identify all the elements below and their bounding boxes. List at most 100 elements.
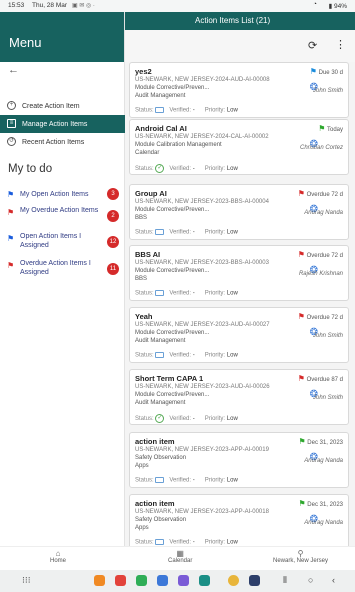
action-item-card[interactable]: BBS AI ⚑ Overdue 72 d US-NEWARK, NEW JERSE… bbox=[129, 245, 349, 301]
status-complete-icon: ✓ bbox=[155, 414, 165, 423]
verified-value: - bbox=[192, 166, 195, 173]
verified-label: Verified: bbox=[169, 166, 192, 173]
verified-label: Verified: bbox=[169, 416, 192, 423]
action-item-card[interactable]: action item ⚑ Dec 31, 2023 US-NEWARK, NEW … bbox=[129, 494, 349, 546]
item-category: BBS bbox=[135, 215, 148, 221]
priority-value: Low bbox=[226, 290, 238, 297]
app-icon[interactable] bbox=[115, 575, 126, 586]
status-complete-icon: ✓ bbox=[155, 164, 165, 173]
menu-item-manage[interactable]: ≡ Manage Action Items bbox=[0, 115, 125, 133]
battery-level: ▮ 94% bbox=[328, 3, 347, 10]
due-text: Dec 31, 2023 bbox=[307, 502, 343, 508]
due-text: Overdue 87 d bbox=[306, 377, 343, 383]
priority-label: Priority: bbox=[204, 477, 226, 484]
app-icon[interactable] bbox=[199, 575, 210, 586]
menu-item-create[interactable]: + Create Action Item bbox=[0, 97, 125, 115]
menu-item-recent[interactable]: ↺ Recent Action Items bbox=[0, 133, 125, 151]
recents-icon[interactable]: ⦀ bbox=[283, 575, 287, 586]
action-item-card[interactable]: Short Term CAPA 1 ⚑ Overdue 87 d US-NEWARK… bbox=[129, 369, 349, 425]
action-items-list[interactable]: yes2 ⚑ Due 30 d US-NEWARK, NEW JERSEY-2024… bbox=[125, 62, 355, 546]
item-category: Apps bbox=[135, 463, 149, 469]
flag-icon: ⚑ bbox=[7, 261, 15, 270]
todo-open[interactable]: ⚑ My Open Action Items 3 bbox=[0, 188, 125, 200]
folder-icon bbox=[155, 290, 165, 296]
browser-icon[interactable] bbox=[228, 575, 239, 586]
item-category: BBS bbox=[135, 276, 148, 282]
todo-label: My Open Action Items bbox=[20, 191, 89, 198]
back-icon[interactable]: ‹ bbox=[332, 575, 335, 585]
status-label: Status: bbox=[135, 477, 154, 484]
app-icon[interactable] bbox=[136, 575, 147, 586]
item-module: Module Corrective/Preven... bbox=[135, 268, 210, 274]
item-module: Module Calibration Management bbox=[135, 142, 222, 148]
menu-item-label: Recent Action Items bbox=[22, 138, 85, 146]
home-button-icon[interactable]: ○ bbox=[308, 575, 313, 585]
action-item-card[interactable]: yes2 ⚑ Due 30 d US-NEWARK, NEW JERSEY-2024… bbox=[129, 62, 349, 118]
app-icon[interactable] bbox=[157, 575, 168, 586]
item-category: Audit Management bbox=[135, 338, 186, 344]
owner-name: Anurag Nanda bbox=[304, 520, 343, 526]
back-arrow-icon[interactable]: ← bbox=[8, 64, 19, 76]
refresh-icon[interactable]: ⟳ bbox=[308, 39, 317, 52]
item-module: Safety Observation bbox=[135, 517, 187, 523]
priority-label: Priority: bbox=[204, 416, 226, 423]
count-badge: 11 bbox=[107, 263, 119, 275]
item-category: Audit Management bbox=[135, 400, 186, 406]
item-category: Calendar bbox=[135, 150, 160, 156]
todo-label: Overdue Action Items I Assigned bbox=[20, 260, 91, 276]
toolbar: ⟳ ⋮ bbox=[125, 30, 355, 62]
card-title: BBS AI bbox=[135, 250, 161, 259]
todo-open-assigned[interactable]: ⚑ Open Action Items I Assigned 12 bbox=[0, 232, 125, 252]
item-category: Audit Management bbox=[135, 93, 186, 99]
count-badge: 2 bbox=[107, 210, 119, 222]
flag-icon: ⚑ bbox=[309, 67, 317, 76]
nav-location[interactable]: ⚲ Newark, New Jersey bbox=[273, 549, 328, 564]
bottom-nav: ⌂ Home ▦ Calendar ⚲ Newark, New Jersey bbox=[0, 546, 355, 570]
todo-overdue[interactable]: ⚑ My Overdue Action Items 2 bbox=[0, 206, 125, 226]
verified-label: Verified: bbox=[169, 352, 192, 359]
action-item-card[interactable]: Android Cal AI ⚑ Today US-NEWARK, NEW JERS… bbox=[129, 119, 349, 175]
card-status-row: Status: ✓ Verified: - Priority: Low bbox=[135, 414, 238, 423]
folder-icon bbox=[155, 352, 165, 358]
action-item-card[interactable]: Group AI ⚑ Overdue 72 d US-NEWARK, NEW JER… bbox=[129, 184, 349, 240]
status-time: 15:53 bbox=[8, 2, 25, 9]
status-label: Status: bbox=[135, 352, 154, 359]
verified-value: - bbox=[192, 539, 195, 546]
flag-icon: ⚑ bbox=[297, 189, 305, 198]
app-icon[interactable] bbox=[178, 575, 189, 586]
status-label: Status: bbox=[135, 166, 154, 173]
priority-value: Low bbox=[226, 352, 238, 359]
card-status-row: Status: Verified: - Priority: Low bbox=[135, 107, 238, 114]
due-text: Dec 31, 2023 bbox=[307, 440, 343, 446]
card-title: yes2 bbox=[135, 67, 152, 76]
app-drawer-icon[interactable]: ⁝⁝⁝ bbox=[22, 575, 31, 586]
status-date: Thu, 28 Mar bbox=[32, 2, 68, 9]
action-item-card[interactable]: Yeah ⚑ Overdue 72 d US-NEWARK, NEW JERSEY-… bbox=[129, 307, 349, 363]
owner-name: Anurag Nanda bbox=[304, 458, 343, 464]
calendar-icon: ▦ bbox=[176, 549, 184, 558]
menu-title: Menu bbox=[0, 12, 124, 62]
nav-label: Home bbox=[50, 558, 67, 564]
app-icon[interactable] bbox=[94, 575, 105, 586]
item-id: US-NEWARK, NEW JERSEY-2023-BBS-AI-00003 bbox=[135, 260, 269, 266]
verified-value: - bbox=[192, 352, 195, 359]
settings-icon[interactable] bbox=[249, 575, 260, 586]
plus-icon: + bbox=[7, 101, 16, 110]
nav-calendar[interactable]: ▦ Calendar bbox=[168, 549, 192, 564]
verified-value: - bbox=[192, 229, 195, 236]
nav-home[interactable]: ⌂ Home bbox=[50, 549, 66, 564]
card-status-row: Status: ✓ Verified: - Priority: Low bbox=[135, 164, 238, 173]
item-id: US-NEWARK, NEW JERSEY-2023-AUD-AI-00027 bbox=[135, 322, 270, 328]
priority-value: Low bbox=[226, 477, 238, 484]
action-item-card[interactable]: action item ⚑ Dec 31, 2023 US-NEWARK, NEW … bbox=[129, 432, 349, 488]
due-text: Today bbox=[326, 127, 343, 133]
verified-label: Verified: bbox=[169, 107, 192, 114]
folder-icon bbox=[155, 229, 165, 235]
page-title-bar: Action Items List (21) bbox=[125, 12, 355, 30]
todo-overdue-assigned[interactable]: ⚑ Overdue Action Items I Assigned 11 bbox=[0, 259, 125, 279]
verified-label: Verified: bbox=[169, 539, 192, 546]
owner-name: John Smith bbox=[312, 88, 343, 94]
more-options-icon[interactable]: ⋮ bbox=[335, 38, 346, 51]
item-category: Apps bbox=[135, 525, 149, 531]
due-text: Overdue 72 d bbox=[306, 253, 343, 259]
